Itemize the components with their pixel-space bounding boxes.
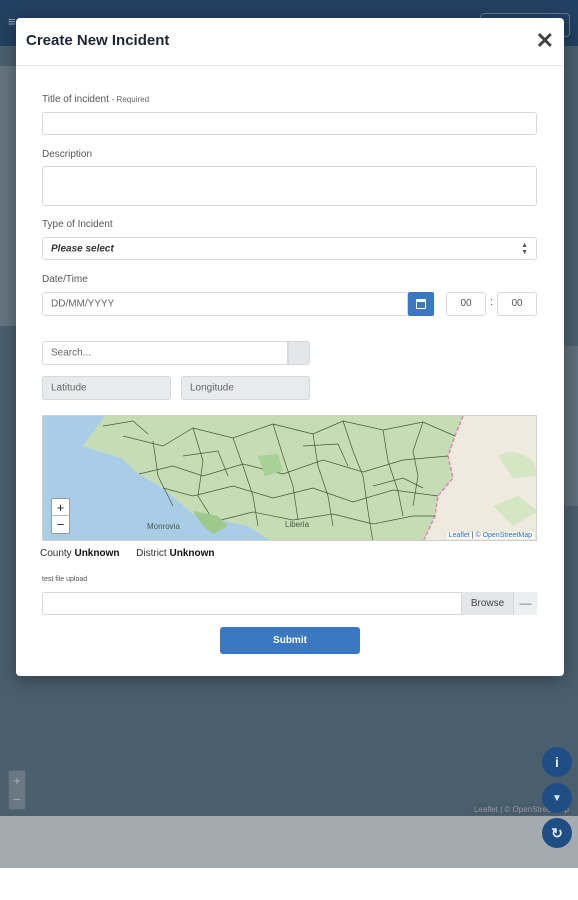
datetime-label: Date/Time [42,274,88,285]
close-icon[interactable]: ✕ [536,30,554,52]
required-note: - Required [111,95,150,104]
calendar-icon [416,299,426,309]
description-textarea[interactable] [42,166,537,206]
hour-input[interactable]: 00 [446,292,486,316]
latitude-placeholder: Latitude [51,382,87,394]
search-placeholder: Search... [51,347,92,359]
map-label: Liberia [285,520,310,529]
refresh-button[interactable]: ↻ [542,818,572,848]
longitude-placeholder: Longitude [190,382,234,394]
description-label: Description [42,149,93,160]
select-caret-icon: ▲ ▼ [521,241,528,256]
refresh-icon: ↻ [551,824,563,841]
modal-title: Create New Incident [26,32,170,49]
district-value: Unknown [169,548,215,559]
osm-link[interactable]: © OpenStreetMap [475,532,532,539]
title-input[interactable] [42,112,537,135]
map-zoom-control: + − [51,498,70,534]
location-map[interactable]: Liberia Monrovia + − Leaflet | © OpenStr… [42,415,537,541]
info-button[interactable]: i [542,747,572,777]
county-district-row: County Unknown District Unknown [40,548,214,559]
map-attribution: Leaflet | © OpenStreetMap [446,532,534,539]
time-separator: : [490,296,494,308]
modal-header: Create New Incident ✕ [16,18,564,66]
minute-input[interactable]: 00 [497,292,537,316]
submit-button[interactable]: Submit [220,627,360,654]
remove-file-button[interactable]: — [513,592,537,615]
map-zoom-in-button[interactable]: + [52,499,69,516]
upload-label: test file upload [42,576,88,583]
date-input[interactable]: DD/MM/YYYY [42,292,408,316]
filter-button[interactable]: ▼ [542,783,572,813]
county-label: County [40,548,72,559]
create-incident-modal: Create New Incident ✕ Title of incident … [16,18,564,676]
county-value: Unknown [74,548,120,559]
latitude-input[interactable]: Latitude [42,376,171,400]
map-zoom-out-button[interactable]: − [52,516,69,533]
incident-type-select[interactable]: Please select ▲ ▼ [42,237,537,260]
search-button[interactable] [288,341,310,365]
longitude-input[interactable]: Longitude [181,376,310,400]
date-placeholder: DD/MM/YYYY [51,298,115,310]
district-label: District [136,548,167,559]
type-label: Type of Incident [42,219,113,230]
browse-button[interactable]: Browse [461,592,513,615]
info-icon: i [555,754,559,770]
location-search-input[interactable]: Search... [42,341,288,365]
calendar-button[interactable] [408,292,434,316]
title-label: Title of incident - Required [42,94,150,105]
filter-icon: ▼ [552,792,562,804]
incident-type-value: Please select [51,243,114,254]
leaflet-link[interactable]: Leaflet [449,532,470,539]
map-label: Monrovia [147,522,180,531]
